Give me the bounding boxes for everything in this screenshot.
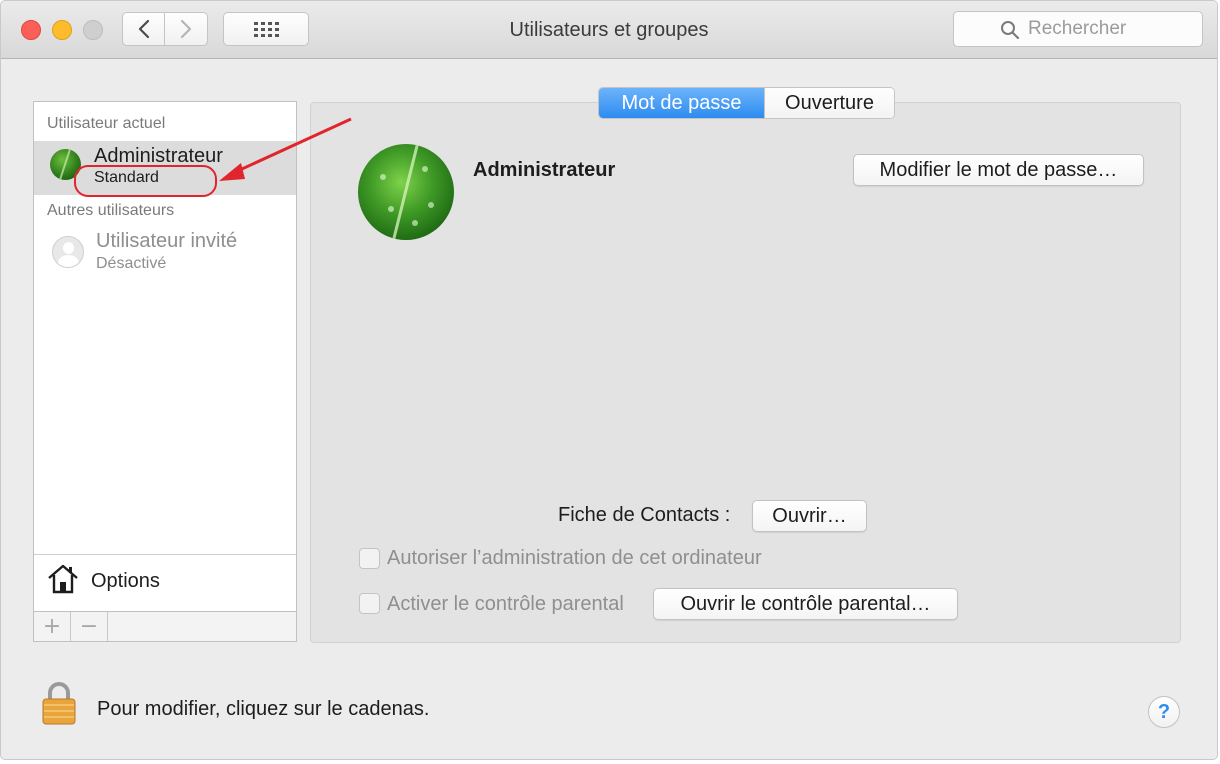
current-user-heading: Utilisateur actuel <box>47 115 166 132</box>
login-options-row[interactable]: Options <box>34 554 296 611</box>
guest-avatar-icon <box>52 236 84 268</box>
user-full-name: Administrateur <box>473 159 616 181</box>
system-preferences-window: Utilisateurs et groupes Rechercher Utili… <box>0 0 1218 760</box>
parental-controls-checkbox[interactable] <box>359 593 380 614</box>
open-contacts-button[interactable]: Ouvrir… <box>752 500 867 532</box>
search-placeholder: Rechercher <box>1028 18 1127 39</box>
annotation-arrow <box>219 117 352 181</box>
guest-user-name: Utilisateur invité <box>96 230 238 252</box>
other-users-heading: Autres utilisateurs <box>47 202 175 219</box>
allow-admin-checkbox[interactable] <box>359 548 380 569</box>
change-password-button[interactable]: Modifier le mot de passe… <box>853 154 1144 186</box>
parental-controls-label: Activer le contrôle parental <box>387 593 624 615</box>
title-bar: Utilisateurs et groupes Rechercher <box>1 1 1217 59</box>
options-label: Options <box>91 570 160 592</box>
guest-user-status: Désactivé <box>96 255 167 272</box>
contacts-card-label: Fiche de Contacts : <box>558 504 731 526</box>
allow-admin-label: Autoriser l’administration de cet ordina… <box>387 547 762 569</box>
annotation-ellipse <box>74 165 217 197</box>
tab-password[interactable]: Mot de passe <box>599 88 764 118</box>
lock-message: Pour modifier, cliquez sur le cadenas. <box>97 698 430 720</box>
search-field[interactable]: Rechercher <box>953 11 1203 47</box>
tab-bar: Mot de passe Ouverture <box>598 87 895 119</box>
remove-user-button[interactable]: − <box>71 612 108 641</box>
add-user-button[interactable]: + <box>34 612 71 641</box>
add-remove-bar: + − <box>33 612 297 642</box>
home-icon <box>48 564 78 594</box>
user-picture[interactable] <box>358 144 454 240</box>
open-parental-controls-button[interactable]: Ouvrir le contrôle parental… <box>653 588 958 620</box>
search-icon <box>1001 21 1020 40</box>
lock-icon[interactable] <box>41 682 77 726</box>
tab-login-items[interactable]: Ouverture <box>764 88 894 118</box>
guest-user-row[interactable]: Utilisateur invité Désactivé <box>34 224 296 278</box>
help-button[interactable]: ? <box>1148 696 1180 728</box>
